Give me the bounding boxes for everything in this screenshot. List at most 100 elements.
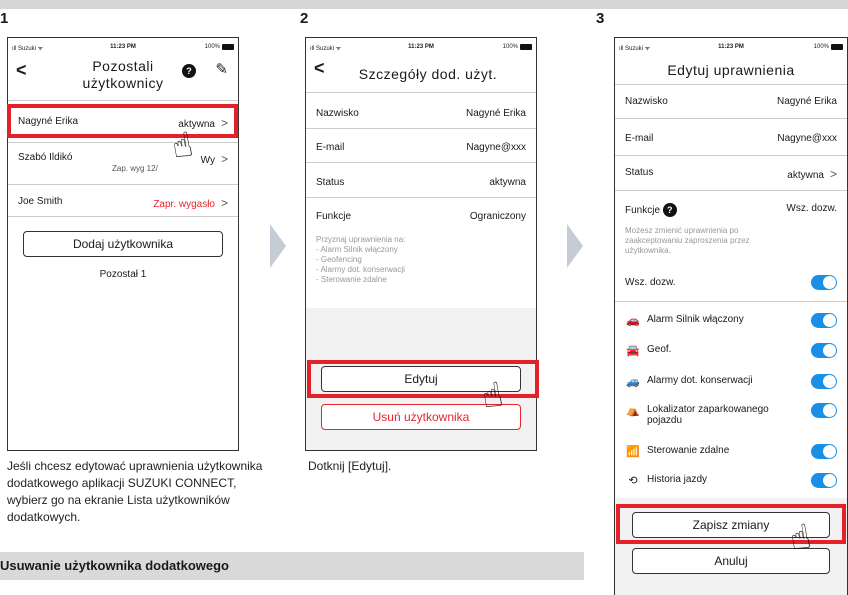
divider [615, 190, 847, 191]
next-step-arrow [270, 224, 286, 268]
chevron-right-icon: > [220, 196, 228, 210]
remote-control-icon: 📶 [626, 446, 640, 458]
user-expiry: Zap. wyg 12/ [112, 164, 158, 173]
clock-label: 11:23 PM [408, 44, 434, 50]
user-status: Wy [200, 155, 215, 166]
section-title: Usuwanie użytkownika dodatkowego [0, 558, 229, 573]
feature-row: 📶 Sterowanie zdalne [615, 444, 847, 473]
detail-label: Status [625, 167, 654, 178]
status-bar: ıll Suzuki ᯤ 11:23 PM 100% [615, 38, 847, 56]
detail-value: Nagyne@xxx [777, 133, 837, 144]
divider [306, 128, 536, 129]
maintenance-icon: 🚙 [626, 376, 640, 388]
battery-label: 100% [502, 44, 518, 50]
chevron-right-icon: > [829, 167, 837, 181]
help-icon[interactable]: ? [662, 203, 677, 217]
page-title: Szczegóły dod. użyt. [358, 66, 498, 82]
feature-toggle[interactable] [811, 473, 837, 488]
feature-toggle[interactable] [811, 374, 837, 389]
detail-value: aktywna [787, 170, 824, 181]
detail-value: Nagyne@xxx [466, 142, 526, 153]
feature-label: Historia jazdy [647, 474, 708, 485]
battery-icon [831, 44, 843, 50]
functions-value: Wsz. dozw. [786, 203, 837, 214]
page-title: Pozostali użytkownicy [8, 58, 238, 92]
page-title-line2: użytkownicy [82, 75, 164, 91]
divider [8, 100, 238, 101]
feature-label: Sterowanie zdalne [647, 445, 730, 456]
feature-label: Lokalizator zaparkowanego pojazdu [647, 404, 769, 426]
feature-row: 🚘 Geof. [615, 343, 847, 372]
battery-label: 100% [813, 44, 829, 50]
remaining-count: Pozostał 1 [99, 269, 147, 280]
user-name: Joe Smith [18, 196, 63, 207]
all-allowed-label: Wsz. dozw. [625, 277, 676, 288]
manual-page: 1 2 3 ıll Suzuki ᯤ 11:23 PM 100% < Pozos… [0, 0, 848, 595]
feature-toggle[interactable] [811, 444, 837, 459]
user-name: Szabó Ildikó [18, 152, 73, 163]
status-bar: ıll Suzuki ᯤ 11:23 PM 100% [8, 38, 238, 56]
step-number-3: 3 [596, 10, 605, 27]
detail-label: Nazwisko [316, 108, 359, 119]
edit-pencil-icon[interactable]: ✎ [215, 60, 228, 78]
feature-toggle[interactable] [811, 403, 837, 418]
feature-toggle[interactable] [811, 313, 837, 328]
clock-label: 11:23 PM [718, 44, 744, 50]
add-user-button[interactable]: Dodaj użytkownika [23, 231, 223, 257]
highlight-box [307, 360, 539, 398]
caption-step2: Dotknij [Edytuj]. [308, 459, 392, 473]
feature-row: 🚗 Alarm Silnik włączony [615, 313, 847, 342]
divider [306, 92, 536, 93]
phone-screen-user-list: ıll Suzuki ᯤ 11:23 PM 100% < Pozostali u… [7, 37, 239, 451]
divider [615, 84, 847, 85]
feature-row: ⛺ Lokalizator zaparkowanego pojazdu [615, 403, 847, 432]
detail-value: Nagyné Erika [776, 96, 837, 107]
next-step-arrow [567, 224, 583, 268]
battery-icon [222, 44, 234, 50]
user-status: Zapr. wygasło [153, 199, 215, 210]
detail-value: Nagyné Erika [465, 108, 526, 119]
detail-label: Nazwisko [625, 96, 668, 107]
divider [8, 184, 238, 185]
car-alert-icon: 🚗 [626, 315, 640, 327]
history-icon: ⟲ [628, 475, 638, 487]
step-number-2: 2 [300, 10, 309, 27]
permissions-note: Możesz zmienić uprawnienia po zaakceptow… [625, 226, 750, 255]
divider [615, 155, 847, 156]
detail-value: aktywna [489, 177, 526, 188]
clock-label: 11:23 PM [110, 44, 136, 50]
divider [306, 197, 536, 198]
battery-label: 100% [204, 44, 220, 50]
divider [306, 162, 536, 163]
feature-label: Geof. [647, 344, 672, 355]
feature-label: Alarm Silnik włączony [647, 314, 744, 325]
section-header: Usuwanie użytkownika dodatkowego [0, 552, 584, 580]
feature-label: Alarmy dot. konserwacji [647, 375, 753, 386]
caption-step1: Jeśli chcesz edytować uprawnienia użytko… [7, 459, 263, 524]
detail-label: E-mail [316, 142, 345, 153]
detail-value: Ograniczony [469, 211, 526, 222]
chevron-right-icon: > [220, 152, 228, 166]
highlight-box [7, 104, 238, 138]
status-bar: ıll Suzuki ᯤ 11:23 PM 100% [306, 38, 536, 56]
step-number-1: 1 [0, 10, 9, 27]
divider [8, 142, 238, 143]
detail-label: Funkcje [316, 211, 352, 222]
all-allowed-toggle[interactable] [811, 275, 837, 290]
page-title: Edytuj uprawnienia [667, 62, 795, 78]
functions-label: Funkcje [625, 205, 661, 216]
battery-icon [520, 44, 532, 50]
help-icon[interactable]: ? [182, 64, 196, 78]
page-title-line1: Pozostali [92, 58, 154, 74]
permissions-text: Przyznaj uprawnienia na: - Alarm Silnik … [316, 235, 406, 284]
feature-row: 🚙 Alarmy dot. konserwacji [615, 374, 847, 403]
top-band [0, 0, 848, 9]
highlight-box [616, 504, 846, 544]
parking-locator-icon: ⛺ [626, 405, 640, 417]
feature-toggle[interactable] [811, 343, 837, 358]
detail-label: E-mail [625, 133, 654, 144]
divider [8, 216, 238, 217]
detail-label: Status [316, 177, 345, 188]
divider [615, 118, 847, 119]
geofence-icon: 🚘 [626, 345, 640, 357]
